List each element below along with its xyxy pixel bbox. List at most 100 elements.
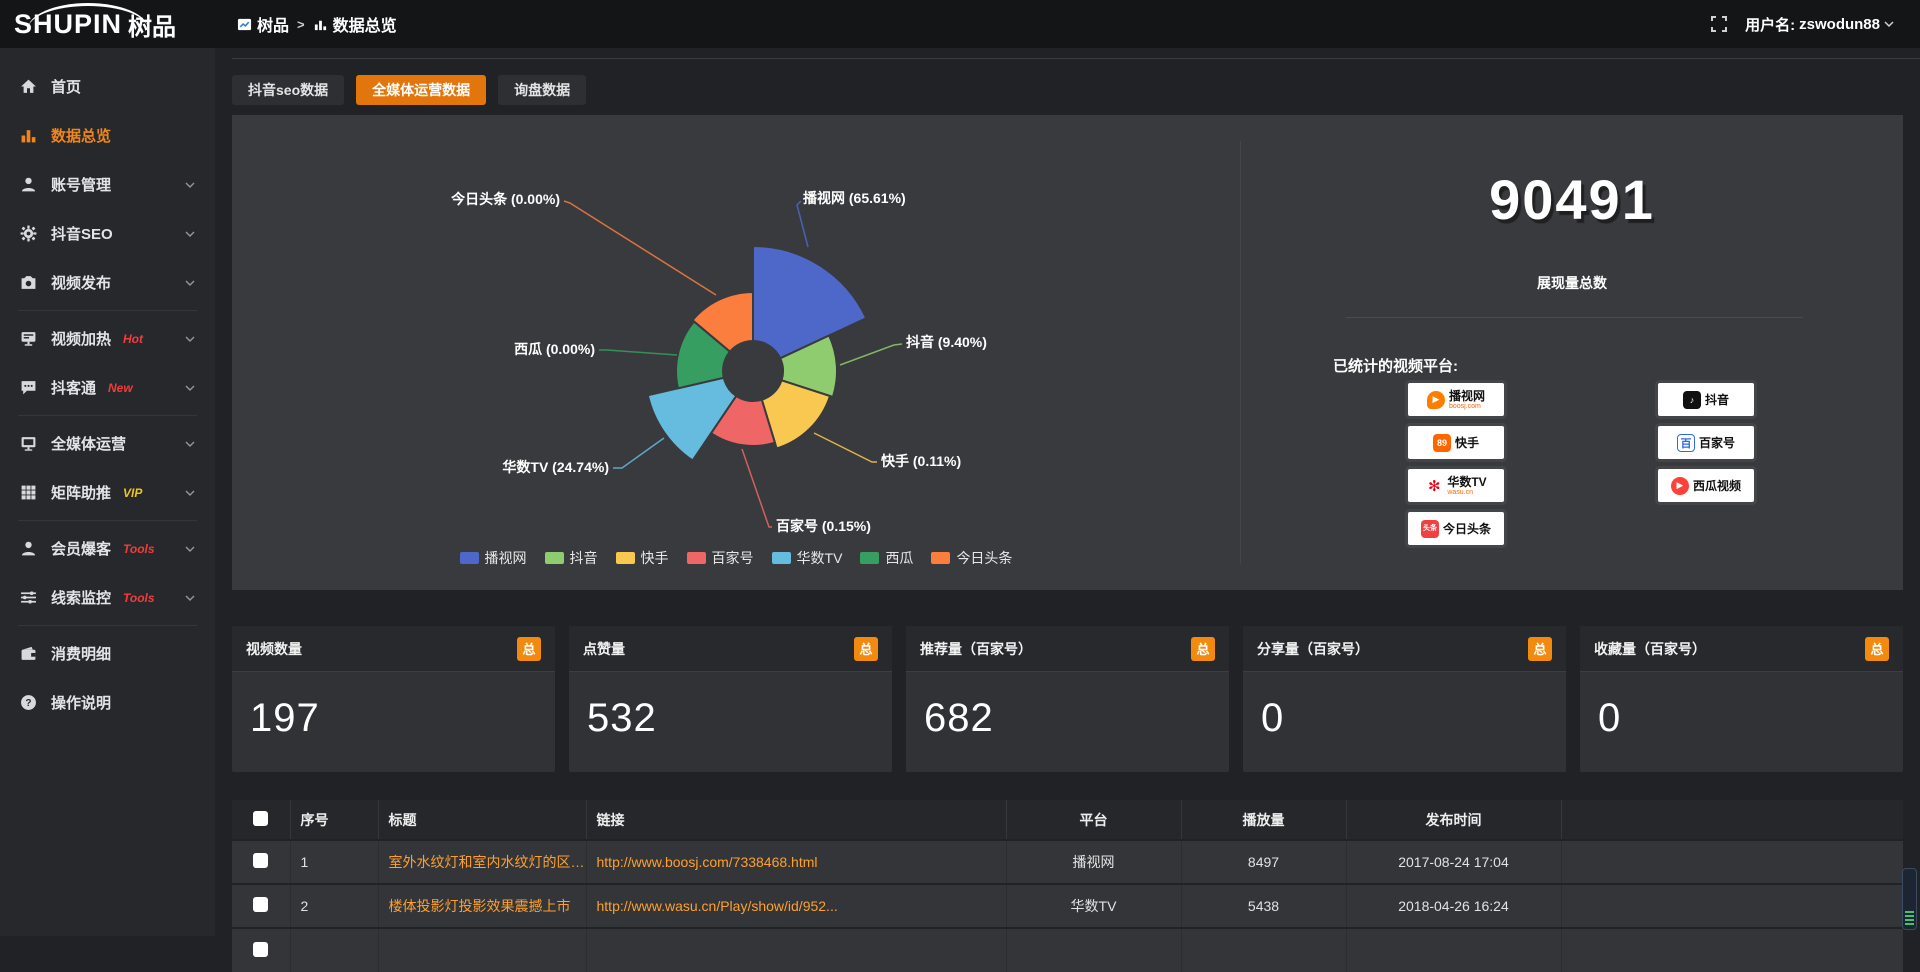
legend-item-播视网[interactable]: 播视网 (460, 548, 527, 568)
summary-panel: 90491 展现量总数 已统计的视频平台: ▶播视网boosj.com♪抖音89… (1241, 115, 1903, 590)
stat-card-label: 视频数量 (246, 639, 302, 659)
sidebar-item-视频加热[interactable]: 视频加热 Hot (0, 314, 215, 363)
legend-item-快手[interactable]: 快手 (616, 548, 669, 568)
total-badge[interactable]: 总 (854, 637, 878, 661)
sidebar-item-账号管理[interactable]: 账号管理 (0, 160, 215, 209)
platform-badges: ▶播视网boosj.com ♪抖音 89快手 百百家号 ✻华数TVwasu.cn ▶西瓜视… (1361, 383, 1841, 555)
table-row: 2 楼体投影灯投影效果震撼上市 http://www.wasu.cn/Play/… (232, 884, 1903, 928)
legend-item-百家号[interactable]: 百家号 (687, 548, 754, 568)
sidebar-item-矩阵助推[interactable]: 矩阵助推 VIP (0, 468, 215, 517)
sidebar-item-badge: Hot (123, 332, 143, 346)
video-title-link[interactable]: 室外水纹灯和室内水纹灯的区别和简介 (389, 852, 586, 872)
sidebar-item-会员爆客[interactable]: 会员爆客 Tools (0, 524, 215, 573)
gear-icon (20, 225, 37, 242)
sidebar-item-label: 首页 (51, 76, 81, 97)
floating-widget[interactable] (1902, 868, 1917, 930)
legend-swatch (616, 552, 635, 564)
breadcrumb-home[interactable]: 树品 (237, 12, 289, 36)
stat-card-收藏量（百家号）: 收藏量（百家号）总0 (1580, 626, 1903, 772)
legend-item-华数TV[interactable]: 华数TV (772, 548, 843, 568)
breadcrumb-label: 树品 (257, 12, 289, 36)
tab-douyin-seo[interactable]: 抖音seo数据 (232, 75, 344, 105)
username-value: zswodun88 (1799, 16, 1880, 33)
tab-media-operation[interactable]: 全媒体运营数据 (356, 75, 486, 105)
legend-swatch (772, 552, 791, 564)
row-checkbox[interactable] (253, 942, 268, 957)
sidebar-item-label: 抖客通 (51, 377, 96, 398)
platform-badge-西瓜视频[interactable]: ▶西瓜视频 (1658, 469, 1754, 502)
platform-badge-快手[interactable]: 89快手 (1408, 426, 1504, 459)
total-badge[interactable]: 总 (1528, 637, 1552, 661)
bar-chart-icon (313, 17, 328, 32)
legend-item-今日头条[interactable]: 今日头条 (931, 548, 1012, 568)
pie-chart-area: 播视网 (65.61%)抖音 (9.40%)快手 (0.11%)百家号 (0.1… (232, 115, 1240, 590)
platform-badge-播视网[interactable]: ▶播视网boosj.com (1408, 383, 1504, 416)
legend-label: 今日头条 (956, 548, 1012, 568)
pie-slice-label: 百家号 (0.15%) (776, 518, 871, 534)
table-row (232, 928, 1903, 972)
rose-pie-chart[interactable]: 播视网 (65.61%)抖音 (9.40%)快手 (0.11%)百家号 (0.1… (232, 115, 1240, 590)
stat-card-value: 532 (569, 672, 892, 741)
data-tabs: 抖音seo数据 全媒体运营数据 询盘数据 (232, 75, 586, 105)
video-url-link[interactable]: http://www.boosj.com/7338468.html (597, 854, 1006, 870)
sidebar-item-badge: VIP (123, 486, 142, 500)
sidebar-item-数据总览[interactable]: 数据总览 (0, 111, 215, 160)
video-title-link[interactable]: 楼体投影灯投影效果震撼上市 (389, 896, 586, 916)
sidebar-divider (18, 520, 197, 521)
total-badge[interactable]: 总 (517, 637, 541, 661)
platform-badge-抖音[interactable]: ♪抖音 (1658, 383, 1754, 416)
sidebar-item-视频发布[interactable]: 视频发布 (0, 258, 215, 307)
legend-swatch (931, 552, 950, 564)
sidebar-item-label: 会员爆客 (51, 538, 111, 559)
sidebar-item-label: 全媒体运营 (51, 433, 126, 454)
breadcrumb: 树品 > 数据总览 (237, 12, 397, 36)
sidebar-item-抖客通[interactable]: 抖客通 New (0, 363, 215, 412)
user-icon (20, 540, 37, 557)
user-menu[interactable]: 用户名: zswodun88 (1745, 14, 1894, 35)
stat-card-value: 0 (1580, 672, 1903, 741)
fullscreen-icon[interactable] (1711, 16, 1727, 32)
breadcrumb-current[interactable]: 数据总览 (313, 12, 397, 36)
legend-label: 百家号 (712, 548, 754, 568)
sidebar-item-操作说明[interactable]: ? 操作说明 (0, 678, 215, 727)
stat-card-value: 682 (906, 672, 1229, 741)
platform-badge-华数TV[interactable]: ✻华数TVwasu.cn (1408, 469, 1504, 502)
breadcrumb-separator: > (297, 17, 305, 32)
monitor-icon (20, 330, 37, 347)
row-checkbox[interactable] (253, 897, 268, 912)
question-icon: ? (20, 694, 37, 711)
cell-extra (1561, 840, 1903, 884)
sidebar-item-全媒体运营[interactable]: 全媒体运营 (0, 419, 215, 468)
stat-card-点赞量: 点赞量 总 532 (569, 626, 892, 772)
legend-item-西瓜[interactable]: 西瓜 (860, 548, 913, 568)
total-badge[interactable]: 总 (1865, 637, 1889, 661)
legend-swatch (545, 552, 564, 564)
legend-label: 华数TV (797, 548, 843, 568)
pie-label-line (814, 433, 877, 462)
pie-slice-label: 抖音 (9.40%) (906, 334, 987, 350)
sidebar-item-label: 操作说明 (51, 692, 111, 713)
video-url-link[interactable]: http://www.wasu.cn/Play/show/id/952... (597, 898, 1006, 914)
row-checkbox[interactable] (253, 853, 268, 868)
pie-slice-播视网[interactable] (753, 246, 866, 358)
cell-seq: 1 (290, 840, 378, 884)
legend-swatch (460, 552, 479, 564)
platform-badge-百家号[interactable]: 百百家号 (1658, 426, 1754, 459)
main-content: 抖音seo数据 全媒体运营数据 询盘数据 播视网 (65.61%)抖音 (9.4… (215, 48, 1920, 936)
platform-badge-今日头条[interactable]: 头条今日头条 (1408, 512, 1504, 545)
select-all-checkbox[interactable] (253, 811, 268, 826)
sidebar-item-首页[interactable]: 首页 (0, 62, 215, 111)
sidebar-item-抖音SEO[interactable]: 抖音SEO (0, 209, 215, 258)
pie-label-line (613, 438, 664, 468)
cell-plays (1181, 928, 1346, 972)
chart-legend: 播视网抖音快手 百家号 华数TV 西瓜 今日头条 (232, 548, 1240, 568)
cell-extra (1561, 928, 1903, 972)
pie-slice-label: 快手 (0.11%) (881, 453, 961, 469)
stat-card-label: 点赞量 (583, 639, 625, 659)
tab-inquiry[interactable]: 询盘数据 (498, 75, 586, 105)
sidebar-item-消费明细[interactable]: 消费明细 (0, 629, 215, 678)
total-badge[interactable]: 总 (1191, 637, 1215, 661)
legend-item-抖音[interactable]: 抖音 (545, 548, 598, 568)
col-link: 链接 (586, 800, 1006, 840)
sidebar-item-线索监控[interactable]: 线索监控 Tools (0, 573, 215, 622)
